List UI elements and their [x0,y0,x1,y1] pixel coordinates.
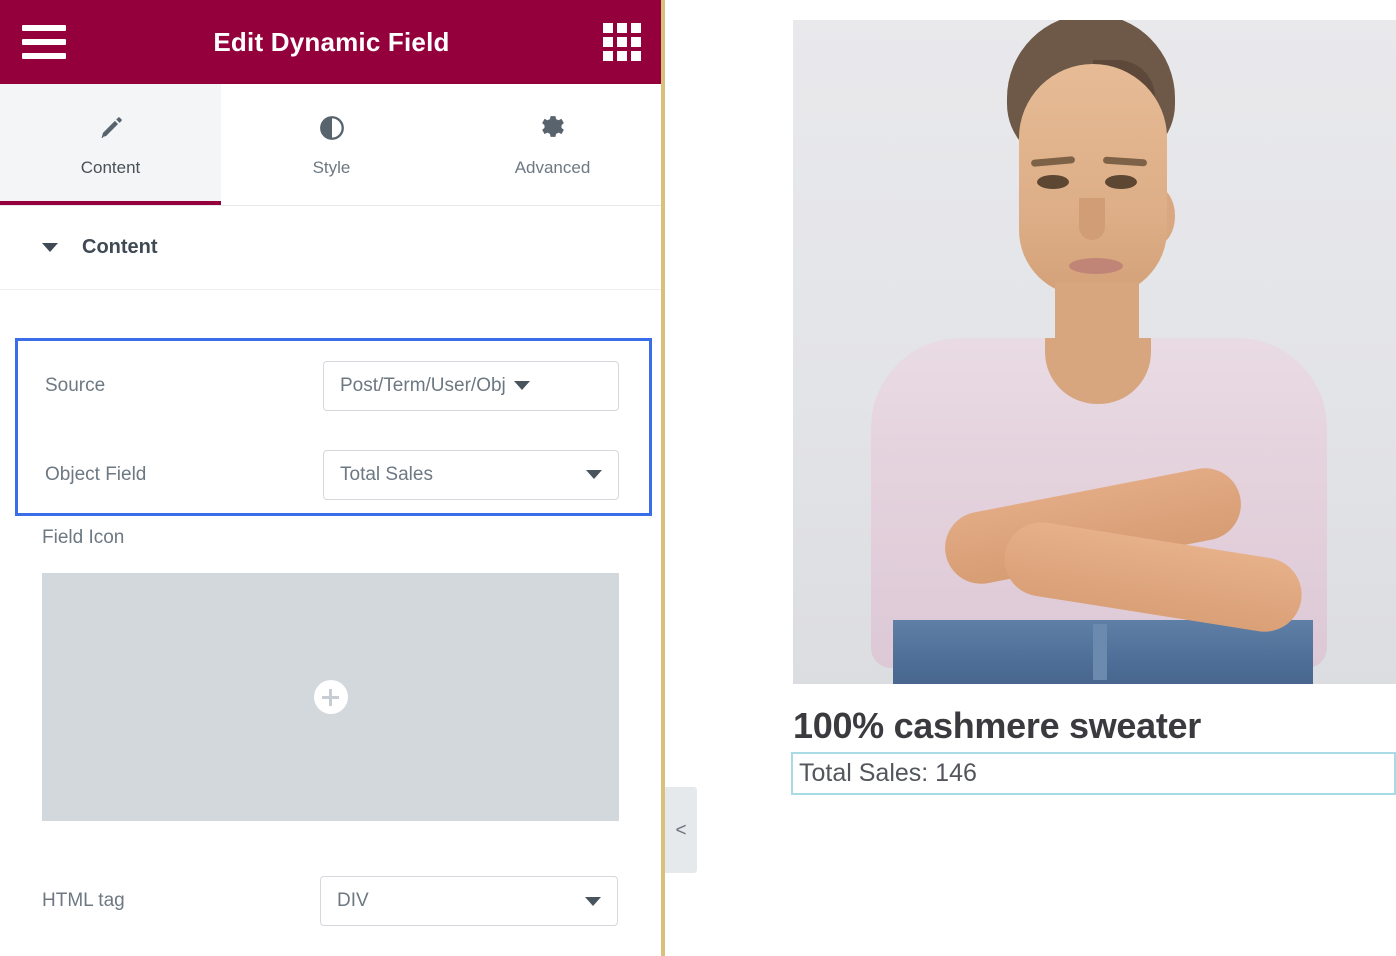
tab-style[interactable]: Style [221,84,442,205]
plus-icon[interactable] [313,680,348,714]
product-image[interactable] [793,20,1396,684]
field-icon-dropzone[interactable] [42,573,619,821]
dynamic-field-widget[interactable]: Total Sales: 146 [791,752,1396,795]
section-title: Content [82,236,158,258]
panel-collapse-handle[interactable]: < [665,787,697,873]
object-field-label: Object Field [45,463,147,485]
object-field-select-value: Total Sales [340,463,433,485]
control-row-html-tag: HTML tag DIV [0,866,663,936]
page-preview: 100% cashmere sweater Total Sales: 146 [663,0,1396,956]
pencil-icon [98,113,124,143]
panel-title: Edit Dynamic Field [213,26,450,57]
panel-header: Edit Dynamic Field [0,0,663,84]
html-tag-label: HTML tag [42,890,125,911]
field-icon-label: Field Icon [42,527,125,548]
tab-style-label: Style [312,158,351,177]
tab-advanced[interactable]: Advanced [442,84,663,205]
tab-content[interactable]: Content [0,84,221,205]
gear-icon [539,113,567,143]
chevron-down-icon [586,470,602,479]
highlighted-controls-group: Source Post/Term/User/Obj Object Field T… [15,338,652,516]
section-header-content[interactable]: Content [0,206,663,290]
source-label: Source [45,374,106,396]
field-icon-control: Field Icon [0,527,663,821]
source-select[interactable]: Post/Term/User/Obj [323,360,619,411]
chevron-down-icon [585,896,601,906]
hamburger-menu-icon[interactable] [22,25,66,59]
photo-eye-right [1105,175,1137,189]
chevron-down-icon [513,381,530,390]
html-tag-select-value: DIV [337,890,369,911]
panel-tabs: Content Style Advanced [0,84,663,206]
dynamic-field-text: Total Sales: 146 [799,759,977,787]
chevron-left-icon: < [675,819,687,841]
chevron-down-icon [42,243,58,252]
widgets-grid-icon[interactable] [603,23,641,61]
control-row-object-field: Object Field Total Sales [18,430,649,519]
control-row-source: Source Post/Term/User/Obj [18,341,649,430]
tab-advanced-label: Advanced [514,158,591,177]
product-title: 100% cashmere sweater [793,705,1201,746]
photo-nose [1079,198,1105,240]
tab-content-label: Content [80,158,141,177]
photo-mouth [1069,258,1123,274]
photo-eye-left [1037,175,1069,189]
contrast-icon [318,113,346,143]
hamburger-line [22,25,66,31]
editor-panel: Edit Dynamic Field Content Style Advance… [0,0,663,956]
object-field-select[interactable]: Total Sales [323,449,619,500]
elementor-editor-screen: Edit Dynamic Field Content Style Advance… [0,0,1396,956]
html-tag-select[interactable]: DIV [320,876,618,926]
source-select-value: Post/Term/User/Obj [340,374,506,396]
hamburger-line [22,39,66,45]
hamburger-line [22,53,66,59]
photo-jeans-fly [1093,624,1107,680]
